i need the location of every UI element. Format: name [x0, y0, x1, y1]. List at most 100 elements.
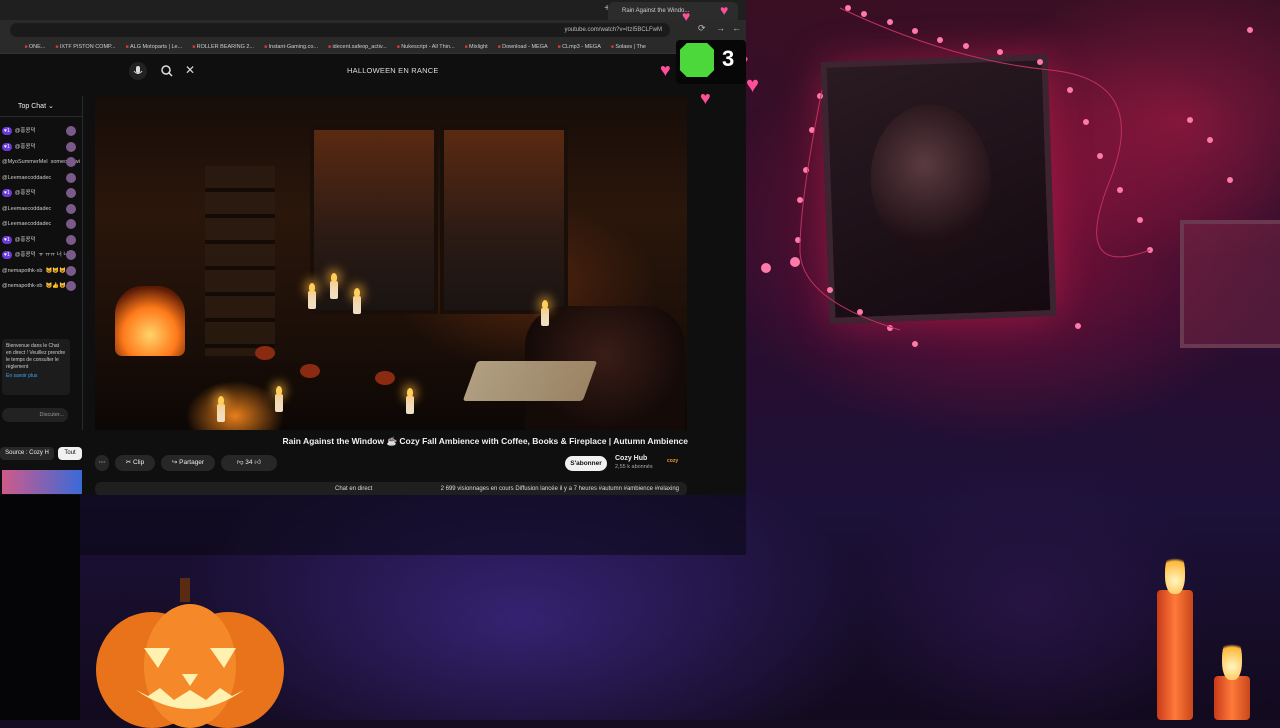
chevron-down-icon: ⌄	[47, 103, 54, 110]
chat-username[interactable]: @Leemaecoddadec	[2, 206, 51, 212]
bookmark-item[interactable]: Instant-Gaming.co...	[264, 40, 319, 53]
heart-icon: ♥	[720, 2, 729, 18]
chat-username[interactable]: @홍콩덕	[15, 128, 36, 134]
candle	[541, 300, 549, 326]
chat-username[interactable]: @홍콩덕	[15, 190, 36, 196]
description-box[interactable]: Chat en direct 2 699 visionnages en cour…	[95, 482, 687, 495]
member-badge: ♥1	[2, 189, 12, 197]
bookmark-item[interactable]: Nukescript - All Thin...	[397, 40, 454, 53]
chat-message: ♥1 @홍콩덕 ㅠ ㅠㅠ 너 너 너	[2, 248, 80, 262]
learn-more-link[interactable]: En savoir plus	[6, 373, 66, 380]
window-right	[440, 126, 568, 314]
like-icon[interactable]: 👍︎	[254, 459, 261, 466]
like-count: 34	[245, 459, 253, 466]
chat-message: @Leemaecoddadec	[2, 217, 80, 231]
chat-message: ♥1 @홍콩덕	[2, 140, 80, 154]
user-avatar[interactable]	[66, 250, 76, 260]
address-bar[interactable]: youtube.com/watch?v=ItzI5BCLFwM	[10, 23, 670, 37]
candle	[308, 283, 316, 309]
bookmark-item[interactable]: ROLLER BEARING 2...	[192, 40, 254, 53]
bookmark-item[interactable]: Mixlight	[465, 40, 488, 53]
clip-label: Clip	[133, 459, 145, 466]
channel-name[interactable]: Cozy Hub	[615, 455, 647, 462]
user-avatar[interactable]	[66, 188, 76, 198]
channel-avatar[interactable]: cozy	[667, 458, 687, 468]
mic-icon	[133, 66, 143, 74]
counter-value: 3	[722, 46, 735, 71]
more-actions-button[interactable]: ⋯	[95, 455, 109, 471]
voice-search-button[interactable]	[129, 62, 147, 80]
bookmark-item[interactable]: ALG Motoparts | Le...	[126, 40, 182, 53]
live-chat-panel: Top Chat ⌄ ♥1 @홍콩덕 ♥1 @홍콩덕 @MyoSummerMel some…	[0, 96, 83, 430]
like-dislike-group: 👎︎ 34 👍︎	[221, 455, 277, 471]
candle	[217, 396, 225, 422]
user-avatar[interactable]	[66, 157, 76, 167]
bookmark-item[interactable]: Solaes | The	[611, 40, 646, 53]
chat-username[interactable]: @nemapothk-xb	[2, 268, 42, 274]
user-avatar[interactable]	[66, 203, 76, 214]
user-avatar[interactable]	[66, 141, 76, 152]
chat-username[interactable]: @Leemaecoddadec	[2, 175, 51, 181]
chat-username[interactable]: @Leemaecoddadec	[2, 221, 51, 227]
chat-message: @nemapothk-xb 😺😺😺	[2, 264, 80, 278]
address-row: youtube.com/watch?v=ItzI5BCLFwM ⟳ → ←	[0, 20, 746, 40]
share-button[interactable]: ↪ Partager	[161, 455, 215, 471]
user-avatar[interactable]	[66, 172, 76, 183]
member-badge: ♥1	[2, 251, 12, 259]
desk-shadow	[80, 495, 746, 555]
user-avatar[interactable]	[66, 126, 76, 136]
chat-username[interactable]: @홍콩덕	[15, 252, 36, 258]
chat-mode-label: Top Chat	[18, 103, 47, 110]
chat-message: ♥1 @홍콩덕	[2, 233, 80, 247]
clear-search-icon[interactable]: ✕	[185, 63, 195, 77]
chat-input[interactable]: Discuter...	[2, 408, 68, 422]
bookmark-item[interactable]: Download - MEGA	[498, 40, 548, 53]
tab-bar: + ✕ Rain Against the Windo...	[0, 0, 746, 20]
youtube-search: ✕ HALLOWEEN EN RANCE	[129, 62, 445, 80]
search-input[interactable]: HALLOWEEN EN RANCE	[347, 66, 439, 75]
video-player[interactable]	[95, 96, 687, 430]
mini-pumpkin	[300, 364, 320, 378]
browser-window: + ✕ Rain Against the Windo... youtube.co…	[0, 0, 746, 495]
bookmark-item[interactable]: idecent.safeop_activ...	[328, 40, 386, 53]
chat-message: @Leemaecoddadec	[2, 202, 80, 216]
heart-icon: ♥	[700, 88, 711, 108]
share-label: Partager	[179, 459, 205, 466]
chat-header: Top Chat ⌄	[0, 96, 82, 117]
chat-message: @MyoSummerMelsomeone will give a Fake Wo…	[2, 155, 80, 169]
dislike-icon[interactable]: 👎︎	[237, 459, 244, 466]
heart-icon: ♥	[746, 72, 760, 97]
subscriber-count: 2,55 k abonnés	[615, 464, 653, 470]
welcome-text: Bienvenue dans le Chat en direct ! Veuil…	[6, 343, 66, 370]
chat-username[interactable]: @홍콩덕	[15, 144, 36, 150]
follower-counter-overlay: 3	[676, 40, 746, 84]
candle	[275, 386, 283, 412]
candle-right	[1157, 550, 1193, 720]
chat-mode-dropdown[interactable]: Top Chat ⌄	[18, 102, 54, 110]
candle	[330, 273, 338, 299]
chat-text: 😺👍😺	[45, 283, 66, 289]
user-avatar[interactable]	[66, 281, 76, 291]
user-avatar[interactable]	[66, 234, 76, 245]
bookmarks-bar: Solaes | The CLmp3 - MEGA Download - MEGA M…	[0, 40, 746, 54]
heart-icon: ♥	[660, 60, 671, 80]
user-avatar[interactable]	[66, 219, 76, 229]
bookmark-item[interactable]: CLmp3 - MEGA	[558, 40, 601, 53]
clip-button[interactable]: ✂ Clip	[115, 455, 155, 471]
chat-message: ♥1 @홍콩덕	[2, 124, 80, 138]
bookmark-item[interactable]: ONE...	[24, 40, 46, 53]
subscribe-button[interactable]: S'abonner	[565, 456, 607, 471]
chat-username[interactable]: @nemapothk-xb	[2, 283, 42, 289]
member-badge: ♥1	[2, 235, 12, 244]
search-button[interactable]	[159, 63, 175, 79]
chip-source[interactable]: Source : Cozy H	[0, 447, 54, 460]
chip-all[interactable]: Tout	[58, 447, 82, 460]
chat-username[interactable]: @MyoSummerMel	[2, 159, 48, 165]
description-text: 2 699 visionnages en cours Diffusion lan…	[440, 486, 679, 492]
chat-username[interactable]: @홍콩덕	[15, 237, 36, 243]
bookmark-item[interactable]: IXTF PISTON COMP...	[55, 40, 116, 53]
related-video-thumbnail[interactable]	[2, 470, 82, 494]
user-avatar[interactable]	[66, 265, 76, 276]
jack-o-lantern-icon	[96, 578, 284, 728]
left-dark-strip	[0, 495, 80, 720]
